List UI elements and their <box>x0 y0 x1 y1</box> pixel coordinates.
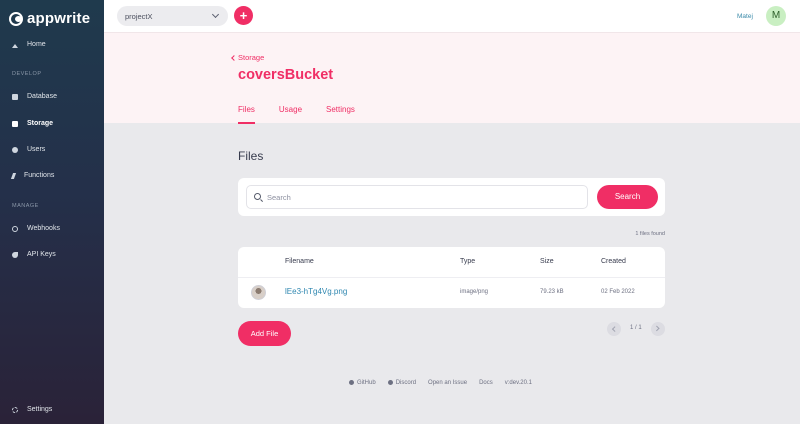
pagination-prev-button[interactable] <box>607 322 621 336</box>
sidebar-item-home[interactable]: Home <box>12 41 46 48</box>
app-logo[interactable]: appwrite <box>9 10 90 27</box>
sidebar-item-label: Settings <box>27 406 53 413</box>
footer-version: v:dev.20.1 <box>504 380 532 386</box>
file-thumbnail[interactable] <box>251 285 266 300</box>
search-icon <box>254 193 261 200</box>
chevron-down-icon <box>211 10 220 19</box>
discord-icon <box>387 380 393 385</box>
file-size: 79.23 kB <box>540 289 564 295</box>
column-header-size: Size <box>540 258 554 265</box>
sidebar-item-label: Database <box>27 93 57 100</box>
home-icon <box>12 42 18 48</box>
user-name[interactable]: Matej <box>737 13 753 20</box>
footer-link-docs[interactable]: Docs <box>479 380 493 386</box>
search-input[interactable] <box>246 185 588 209</box>
back-to-storage-link[interactable]: Storage <box>231 53 265 62</box>
files-found-count: 1 files found <box>635 231 665 237</box>
footer-link-label: GitHub <box>357 380 376 387</box>
file-name-link[interactable]: lEe3-hTg4Vg.png <box>285 287 347 296</box>
users-icon <box>12 146 18 153</box>
tab-bar: Files Usage Settings <box>238 105 379 124</box>
footer-link-open-issue[interactable]: Open an Issue <box>428 380 467 386</box>
bolt-icon <box>10 172 17 179</box>
sidebar-item-label: API Keys <box>27 251 56 258</box>
search-button[interactable]: Search <box>597 185 658 209</box>
sidebar-item-webhooks[interactable]: Webhooks <box>12 225 60 232</box>
add-project-button[interactable]: + <box>234 6 253 25</box>
page-header: Storage coversBucket Files Usage Setting… <box>104 33 800 124</box>
section-label-manage: MANAGE <box>12 203 39 209</box>
appwrite-logo-icon <box>9 11 23 26</box>
footer: GitHub Discord Open an Issue Docs v:dev.… <box>349 380 532 386</box>
column-header-created: Created <box>601 258 626 265</box>
sidebar-item-api-keys[interactable]: API Keys <box>12 251 56 258</box>
file-created: 02 Feb 2022 <box>601 289 635 295</box>
gear-icon <box>12 406 18 413</box>
sidebar-item-database[interactable]: Database <box>12 93 57 100</box>
back-link-label: Storage <box>238 53 265 62</box>
add-file-button[interactable]: Add File <box>238 321 291 346</box>
database-icon <box>12 93 18 100</box>
sidebar-item-users[interactable]: Users <box>12 146 45 153</box>
search-card: Search <box>238 178 665 216</box>
sidebar-item-label: Home <box>27 41 46 48</box>
column-header-filename: Filename <box>285 258 314 265</box>
project-select[interactable]: projectX <box>117 6 228 26</box>
project-select-value: projectX <box>125 12 153 21</box>
sidebar-item-label: Users <box>27 146 46 153</box>
footer-link-github[interactable]: GitHub <box>349 380 376 386</box>
footer-link-discord[interactable]: Discord <box>387 380 417 387</box>
webhook-icon <box>12 225 18 232</box>
files-table: Filename Type Size Created lEe3-hTg4Vg.p… <box>238 247 665 308</box>
avatar[interactable]: M <box>766 6 786 26</box>
file-type: image/png <box>460 289 489 295</box>
sidebar-item-settings[interactable]: Settings <box>12 406 52 413</box>
chevron-right-icon <box>654 326 660 332</box>
tab-files[interactable]: Files <box>238 105 255 124</box>
logo-text: appwrite <box>27 10 91 27</box>
table-divider <box>238 277 665 278</box>
chevron-left-icon <box>231 55 237 61</box>
section-label-develop: DEVELOP <box>12 71 42 77</box>
chevron-left-icon <box>612 326 618 332</box>
sidebar-item-label: Webhooks <box>27 225 60 232</box>
folder-icon <box>12 120 18 127</box>
sidebar-item-functions[interactable]: Functions <box>10 172 55 179</box>
footer-link-label: Discord <box>395 380 417 387</box>
github-icon <box>349 380 354 385</box>
sidebar-item-label: Storage <box>27 120 54 127</box>
tab-usage[interactable]: Usage <box>279 105 302 124</box>
tab-settings[interactable]: Settings <box>326 105 355 124</box>
sidebar: appwrite Home DEVELOP Database Storage U… <box>0 0 104 424</box>
key-icon <box>12 251 18 258</box>
pagination-status: 1 / 1 <box>630 325 642 331</box>
pagination-next-button[interactable] <box>651 322 665 336</box>
column-header-type: Type <box>460 258 476 265</box>
sidebar-item-label: Functions <box>24 172 55 179</box>
sidebar-item-storage[interactable]: Storage <box>12 120 53 127</box>
section-title: Files <box>238 149 264 163</box>
page-title: coversBucket <box>238 67 334 83</box>
top-bar: projectX + Matej M <box>104 0 800 33</box>
